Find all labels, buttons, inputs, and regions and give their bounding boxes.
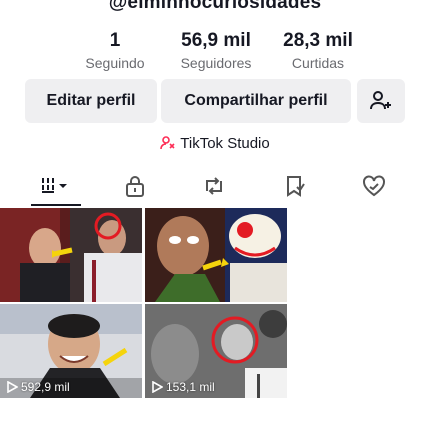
video-thumbnail-image (0, 208, 142, 302)
video-thumbnail[interactable] (0, 208, 142, 302)
tab-liked[interactable] (354, 170, 394, 202)
tiktok-studio-label: TikTok Studio (180, 134, 270, 152)
repost-icon (206, 177, 222, 195)
video-grid: 592,9 mil 153,1 mil (0, 208, 287, 398)
stat-followers-value: 56,9 mil (181, 30, 251, 51)
add-friend-button[interactable] (357, 79, 405, 123)
profile-tabs (0, 170, 430, 206)
edit-profile-button[interactable]: Editar perfil (25, 79, 157, 123)
lock-icon (126, 176, 144, 197)
add-friend-icon (370, 91, 391, 110)
liked-icon (363, 175, 385, 197)
play-icon (152, 381, 163, 393)
profile-stats: 1 Seguindo 56,9 mil Seguidores 28,3 mil … (0, 30, 430, 74)
view-count-value: 592,9 mil (21, 380, 70, 394)
stat-likes[interactable]: 28,3 mil Curtidas (270, 30, 366, 71)
tiktok-studio-link[interactable]: TikTok Studio (0, 133, 430, 153)
share-profile-button[interactable]: Compartilhar perfil (161, 79, 351, 123)
stat-following[interactable]: 1 Seguindo (75, 30, 155, 71)
view-count: 592,9 mil (6, 380, 70, 394)
active-tab-indicator (31, 204, 81, 206)
play-icon (7, 381, 18, 393)
stat-followers[interactable]: 56,9 mil Seguidores (168, 30, 264, 71)
video-thumbnail[interactable] (145, 208, 287, 302)
tab-private[interactable] (115, 170, 155, 202)
stat-followers-label: Seguidores (180, 55, 252, 71)
stat-following-label: Seguindo (85, 55, 145, 71)
tab-videos[interactable] (36, 170, 76, 202)
stat-likes-value: 28,3 mil (283, 30, 353, 51)
stat-following-value: 1 (109, 30, 121, 51)
tab-saved[interactable] (275, 170, 315, 202)
view-count: 153,1 mil (151, 380, 215, 394)
video-thumbnail[interactable]: 592,9 mil (0, 304, 142, 398)
view-count-value: 153,1 mil (166, 380, 215, 394)
video-thumbnail[interactable]: 153,1 mil (145, 304, 287, 398)
bookmark-icon (287, 176, 305, 197)
stat-likes-label: Curtidas (291, 55, 345, 71)
video-thumbnail-image (145, 208, 287, 302)
profile-handle: @eiminnocuriosidades (108, 0, 322, 13)
studio-icon (160, 136, 175, 150)
grid-icon (42, 178, 67, 193)
tab-reposts[interactable] (194, 170, 234, 202)
